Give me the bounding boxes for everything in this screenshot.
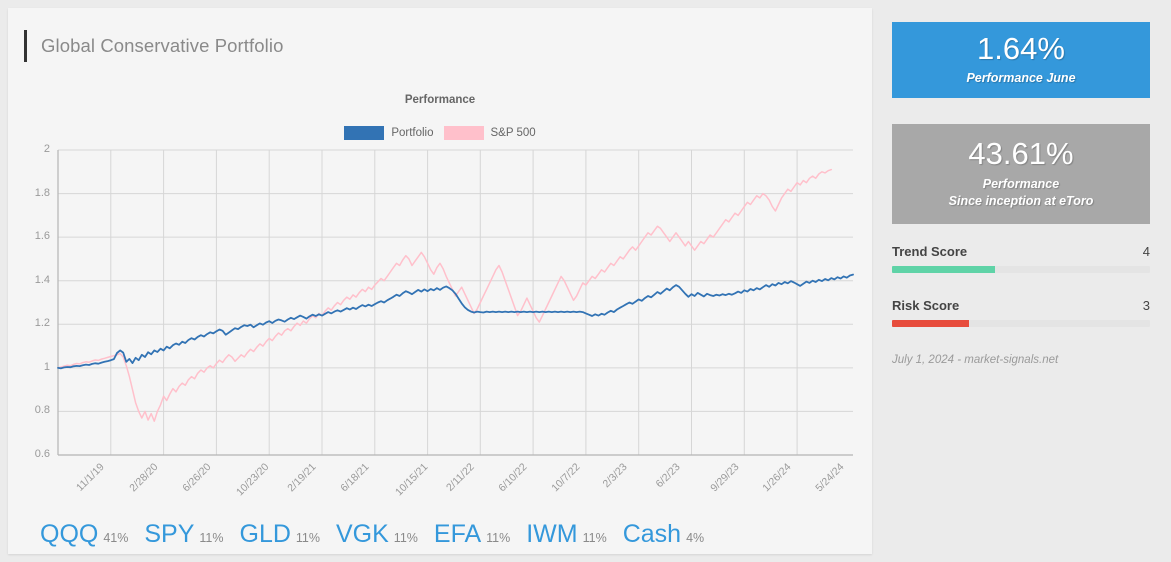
holdings-list: QQQ 41% SPY 11% GLD 11% VGK 11% EFA 11% IWM 11% Cash… xyxy=(40,520,704,549)
risk-score-track xyxy=(892,320,1150,327)
holding-percent: 11% xyxy=(199,531,224,545)
holding-item[interactable]: GLD 11% xyxy=(240,520,321,549)
holding-item[interactable]: QQQ 41% xyxy=(40,520,128,549)
holding-percent: 4% xyxy=(686,531,705,545)
holding-item[interactable]: EFA 11% xyxy=(434,520,510,549)
y-tick-label: 0.8 xyxy=(34,404,50,417)
performance-inception-value: 43.61% xyxy=(968,136,1074,172)
y-tick-label: 0.6 xyxy=(34,448,50,460)
holding-percent: 11% xyxy=(393,531,418,545)
trend-score-track xyxy=(892,266,1150,273)
inception-caption-line2: Since inception at eToro xyxy=(948,193,1094,208)
y-tick-label: 1.8 xyxy=(34,186,50,199)
y-tick-label: 1.2 xyxy=(34,317,50,330)
holding-ticker: SPY xyxy=(144,520,195,548)
risk-score-label: Risk Score xyxy=(892,298,960,313)
source-footer: July 1, 2024 - market-signals.net xyxy=(892,354,1059,366)
portfolio-panel: Global Conservative Portfolio Performanc… xyxy=(8,8,872,554)
holding-item[interactable]: IWM 11% xyxy=(526,520,606,549)
holding-percent: 11% xyxy=(295,531,320,545)
holding-percent: 11% xyxy=(582,531,607,545)
performance-month-value: 1.64% xyxy=(977,30,1065,66)
trend-score-block: Trend Score 4 xyxy=(892,244,1150,273)
risk-score-block: Risk Score 3 xyxy=(892,298,1150,327)
holding-ticker: QQQ xyxy=(40,520,99,548)
holding-ticker: GLD xyxy=(239,520,291,548)
inception-caption-line1: Performance xyxy=(982,176,1060,191)
trend-score-header: Trend Score 4 xyxy=(892,244,1150,259)
holding-percent: 11% xyxy=(486,531,511,545)
y-tick-label: 1 xyxy=(43,360,50,373)
holding-ticker: IWM xyxy=(526,520,578,548)
dashboard-root: Global Conservative Portfolio Performanc… xyxy=(0,0,1171,562)
holding-ticker: VGK xyxy=(336,520,389,548)
performance-month-card: 1.64% Performance June xyxy=(892,22,1150,98)
performance-inception-card: 43.61% Performance Since inception at eT… xyxy=(892,124,1150,224)
y-tick-label: 2 xyxy=(43,143,50,155)
trend-score-label: Trend Score xyxy=(892,244,968,259)
holding-item[interactable]: VGK 11% xyxy=(336,520,418,549)
chart-canvas xyxy=(57,149,854,456)
holding-percent: 41% xyxy=(103,531,129,545)
risk-score-header: Risk Score 3 xyxy=(892,298,1150,313)
holding-ticker: Cash xyxy=(622,520,682,548)
holding-item[interactable]: SPY 11% xyxy=(144,520,223,549)
performance-month-caption: Performance June xyxy=(966,71,1076,86)
series-line-portfolio xyxy=(57,273,854,370)
trend-score-value: 4 xyxy=(1142,244,1150,259)
y-tick-label: 1.6 xyxy=(34,230,50,243)
performance-inception-caption: Performance Since inception at eToro xyxy=(949,176,1094,210)
y-tick-label: 1.4 xyxy=(34,273,50,286)
holding-item[interactable]: Cash 4% xyxy=(623,520,704,549)
performance-chart[interactable]: 0.6 0.8 1 1.2 1.4 1.6 1.8 2 11/1/19 2/28/20 6/26/… xyxy=(8,8,872,554)
risk-score-value: 3 xyxy=(1142,298,1150,313)
risk-score-fill xyxy=(892,320,970,327)
holding-ticker: EFA xyxy=(433,520,482,548)
sidebar: 1.64% Performance June 43.61% Performanc… xyxy=(880,8,1163,554)
trend-score-fill xyxy=(892,266,996,273)
